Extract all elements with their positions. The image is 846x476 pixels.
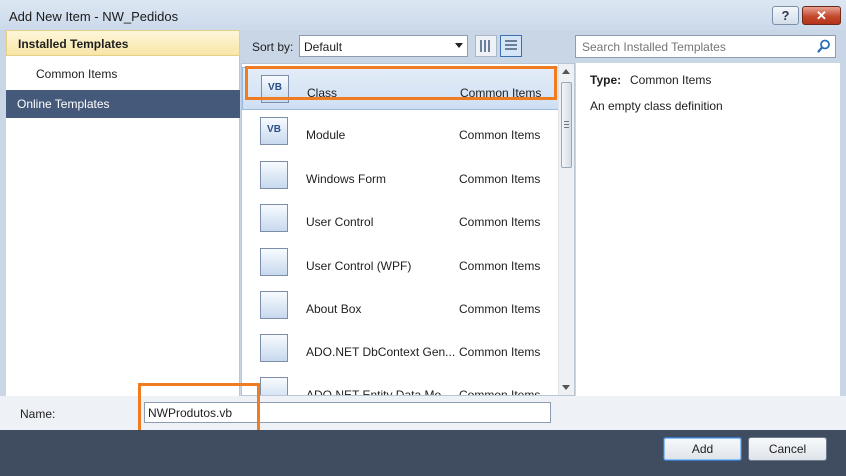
template-category: Common Items <box>459 172 541 186</box>
template-category: Common Items <box>459 345 541 359</box>
user-control-icon <box>260 204 288 232</box>
template-category: Common Items <box>459 259 541 273</box>
template-name: Windows Form <box>306 172 387 186</box>
template-category: Common Items <box>459 388 541 396</box>
template-item-entity-data-model[interactable]: ADO.NET Entity Data Mo... Common Items <box>242 370 560 396</box>
template-details-panel: Type: Common Items An empty class defini… <box>576 63 840 396</box>
add-button[interactable]: Add <box>663 437 742 461</box>
template-name: Module <box>306 128 346 142</box>
cancel-button[interactable]: Cancel <box>748 437 827 461</box>
template-name: About Box <box>306 302 362 316</box>
entity-data-model-icon <box>260 377 288 395</box>
windows-form-icon <box>260 161 288 189</box>
name-label: Name: <box>20 407 56 421</box>
help-button[interactable]: ? <box>772 6 799 25</box>
sort-by-value: Default <box>304 40 343 54</box>
template-category: Common Items <box>459 128 541 142</box>
list-view-icon <box>505 40 517 52</box>
templates-list: VB Class Common Items VB Module Common I… <box>241 63 575 396</box>
scroll-thumb[interactable] <box>561 82 572 168</box>
sidebar-item-common-items[interactable]: Common Items <box>36 67 117 81</box>
search-input[interactable] <box>575 35 836 58</box>
window-title: Add New Item - NW_Pedidos <box>9 9 179 24</box>
template-item-dbcontext-generator[interactable]: ADO.NET DbContext Gen... Common Items <box>242 327 560 370</box>
button-bar: Add Cancel <box>0 430 846 476</box>
type-value: Common Items <box>630 73 712 87</box>
template-item-windows-form[interactable]: Windows Form Common Items <box>242 154 560 197</box>
template-category: Common Items <box>459 302 541 316</box>
template-name: ADO.NET Entity Data Mo... <box>306 388 452 396</box>
class-highlight-box <box>245 66 557 100</box>
vb-module-icon: VB <box>260 117 288 145</box>
grip-icon <box>564 121 569 129</box>
template-description: An empty class definition <box>590 99 723 113</box>
list-view-button[interactable] <box>500 35 522 57</box>
close-button[interactable]: ✕ <box>802 6 841 25</box>
template-category: Common Items <box>459 215 541 229</box>
sort-by-dropdown[interactable]: Default <box>299 35 468 57</box>
template-name: User Control <box>306 215 374 229</box>
template-item-user-control[interactable]: User Control Common Items <box>242 197 560 240</box>
installed-templates-header[interactable]: Installed Templates <box>6 30 240 56</box>
template-item-user-control-wpf[interactable]: User Control (WPF) Common Items <box>242 241 560 284</box>
chevron-down-icon <box>455 43 463 48</box>
name-row: Name: <box>0 396 846 430</box>
scroll-up-arrow-icon[interactable] <box>562 69 570 74</box>
sort-by-label: Sort by: <box>252 40 294 54</box>
title-bar: Add New Item - NW_Pedidos ? ✕ <box>0 0 846 30</box>
templates-scrollbar[interactable] <box>558 64 574 395</box>
online-templates-header[interactable]: Online Templates <box>6 90 240 118</box>
search-icon[interactable] <box>817 39 831 53</box>
type-label: Type: <box>590 73 622 87</box>
template-name: User Control (WPF) <box>306 259 412 273</box>
medium-icons-view-button[interactable] <box>475 35 497 57</box>
template-categories-panel: Installed Templates Common Items Online … <box>6 30 240 396</box>
template-item-about-box[interactable]: About Box Common Items <box>242 284 560 327</box>
template-name: ADO.NET DbContext Gen... <box>306 345 456 359</box>
scroll-down-arrow-icon[interactable] <box>562 385 570 390</box>
wpf-user-control-icon <box>260 248 288 276</box>
template-item-module[interactable]: VB Module Common Items <box>242 110 560 153</box>
about-box-icon <box>260 291 288 319</box>
dbcontext-generator-icon <box>260 334 288 362</box>
grid-view-icon <box>480 40 492 52</box>
